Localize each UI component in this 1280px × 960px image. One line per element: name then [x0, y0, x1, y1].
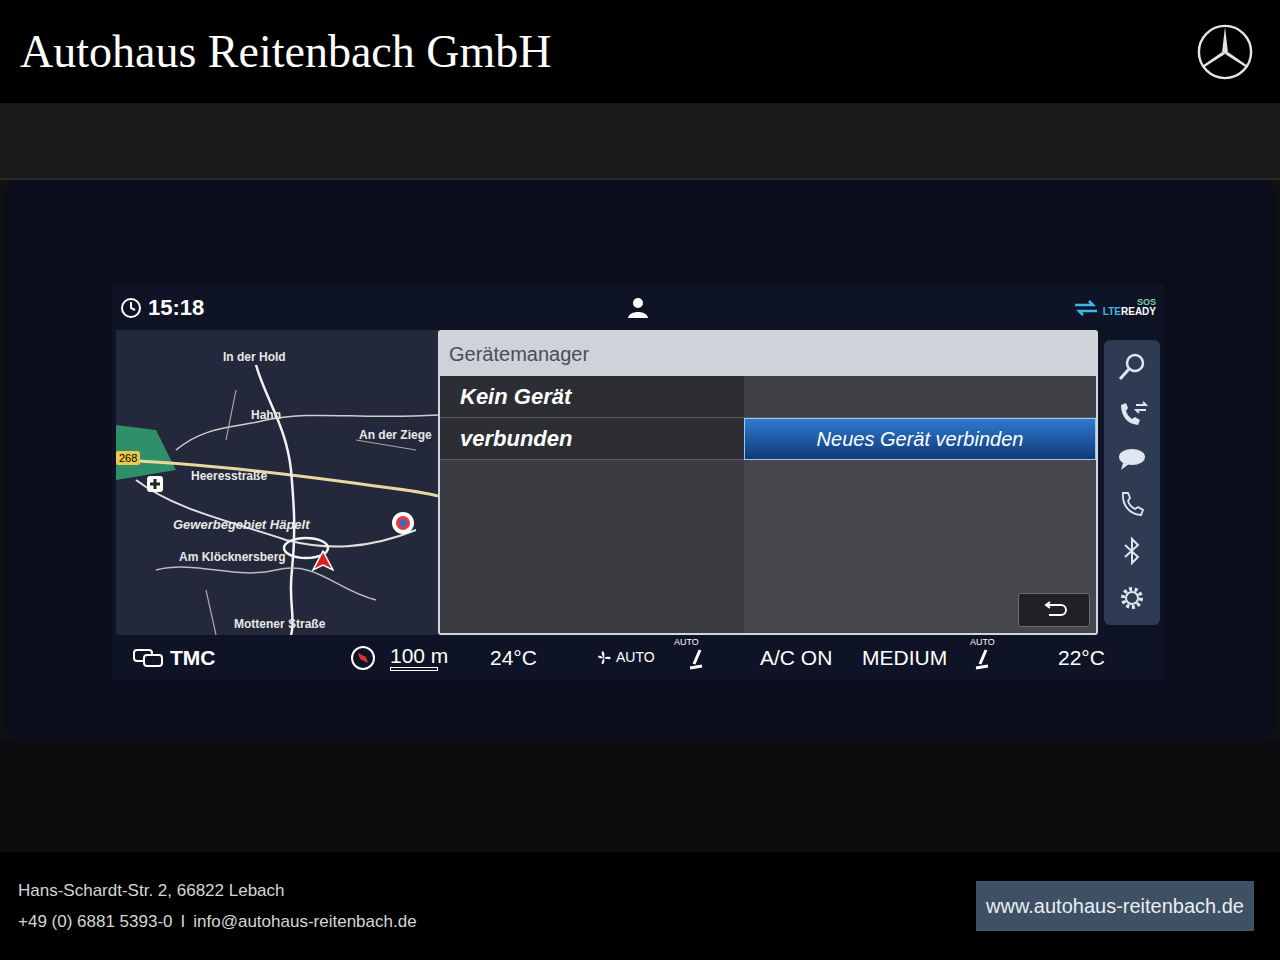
connection-status-line: Kein Gerät [440, 376, 744, 418]
map-label: Gewerbegebiet Häpelt [173, 518, 310, 532]
settings-gear-icon[interactable] [1117, 583, 1147, 613]
back-arrow-icon [1041, 601, 1067, 619]
status-bar: 15:18 SOS LTE READY [112, 285, 1164, 330]
map-roads [116, 330, 438, 635]
lte-label: LTE [1103, 307, 1121, 317]
traffic-icon [132, 647, 166, 669]
map-label: In der Hold [223, 350, 286, 364]
phone-switch-icon[interactable] [1116, 399, 1148, 429]
footer-separator: I [181, 909, 186, 935]
seat-mode-right: AUTO [970, 636, 995, 650]
search-icon[interactable] [1117, 352, 1147, 382]
website-link[interactable]: www.autohaus-reitenbach.de [976, 881, 1254, 931]
dealer-title: Autohaus Reitenbach GmbH [20, 29, 551, 75]
action-label: Neues Gerät verbinden [817, 424, 1024, 454]
map-label: Hahn [251, 408, 281, 422]
ac-status: A/C ON [760, 642, 862, 674]
temperature-left: 24°C [490, 642, 594, 674]
map-scale: 100 m [390, 645, 490, 667]
hospital-icon [146, 475, 164, 493]
temperature-right: 22°C [1058, 642, 1105, 674]
dealer-header: Autohaus Reitenbach GmbH [0, 0, 1280, 103]
fan-intensity: MEDIUM [862, 642, 972, 674]
sos-label: SOS [1137, 298, 1156, 307]
user-profile-icon[interactable] [627, 297, 649, 319]
dealer-footer: Hans-Schardt-Str. 2, 66822 Lebach +49 (0… [0, 852, 1280, 960]
compass-icon[interactable] [350, 645, 376, 671]
phone-icon[interactable] [1117, 489, 1147, 519]
message-icon[interactable] [1117, 446, 1147, 472]
back-button[interactable] [1018, 593, 1090, 627]
clock-icon [120, 297, 142, 319]
clock-time: 15:18 [148, 291, 204, 324]
dialog-action[interactable]: Neues Gerät verbinden [744, 418, 1096, 460]
bluetooth-icon[interactable] [1121, 536, 1143, 566]
dealer-phone: +49 (0) 6881 5393-0 [18, 909, 173, 935]
seat-airflow-icon[interactable] [686, 648, 708, 672]
ready-label: READY [1121, 307, 1156, 317]
map-label: Mottener Straße [234, 617, 325, 631]
data-transfer-icon [1073, 300, 1099, 316]
dealer-address: Hans-Schardt-Str. 2, 66822 Lebach [18, 878, 417, 904]
dialog-title: Gerätemanager [440, 332, 1096, 376]
device-manager-dialog: Gerätemanager Kein Gerät verbunden Neues… [438, 330, 1098, 635]
dashboard: 15:18 SOS LTE READY [0, 103, 1280, 852]
head-unit-screen: 15:18 SOS LTE READY [112, 285, 1164, 680]
seat-mode-left: AUTO [674, 636, 699, 650]
fuel-station-icon [390, 510, 416, 536]
map-label: Am Klöcknersberg [179, 550, 286, 564]
function-sidebar [1104, 340, 1160, 625]
mercedes-star-icon [1196, 23, 1254, 81]
navigation-map[interactable]: 268 In der Hold Hahn An der Ziege Heeresstr… [116, 330, 438, 635]
fan-icon[interactable] [594, 648, 614, 668]
road-number-badge: 268 [116, 451, 140, 465]
display: 15:18 SOS LTE READY [4, 180, 1276, 740]
tmc-label: TMC [170, 642, 340, 674]
climate-bar: TMC 100 m 24°C AUTO AUTO A/C ON MEDIUM [112, 635, 1164, 680]
map-label: An der Ziege [359, 428, 432, 442]
dealer-email: info@autohaus-reitenbach.de [193, 909, 416, 935]
seat-airflow-icon[interactable] [972, 648, 994, 672]
fan-mode: AUTO [616, 647, 686, 668]
map-label: Heeresstraße [191, 469, 267, 483]
vehicle-position-icon [312, 550, 334, 572]
connection-status-line: verbunden [440, 418, 744, 460]
